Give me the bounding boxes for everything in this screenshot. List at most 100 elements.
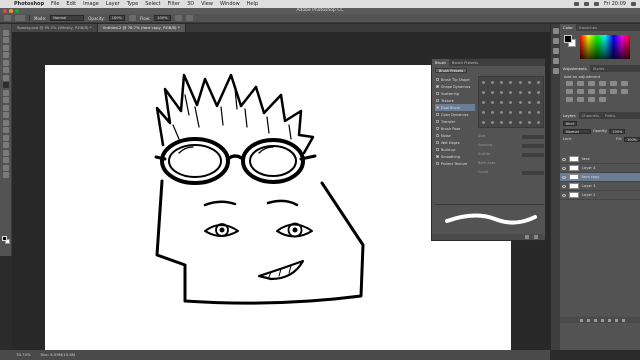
- layer-row[interactable]: face: [560, 155, 640, 164]
- menu-layer[interactable]: Layer: [106, 1, 120, 7]
- brush-tip-thumbnail[interactable]: [491, 90, 495, 94]
- tab-swatches[interactable]: Swatches: [576, 24, 600, 31]
- slider-spacing[interactable]: Spacing: [478, 141, 544, 150]
- curves-icon[interactable]: [588, 81, 595, 86]
- brush-option[interactable]: Dual Brush: [435, 104, 475, 111]
- brush-option-checkbox[interactable]: [436, 127, 439, 130]
- brush-tip-thumbnail[interactable]: [500, 80, 504, 84]
- eyedropper-tool-icon[interactable]: [2, 67, 9, 73]
- brush-tip-thumbnail[interactable]: [527, 100, 531, 104]
- brush-tip-thumbnail[interactable]: [482, 110, 486, 114]
- hue-icon[interactable]: [621, 81, 628, 86]
- mode-select[interactable]: Normal: [50, 15, 85, 21]
- menu-window[interactable]: Window: [220, 1, 240, 7]
- slider-count-field[interactable]: [522, 171, 544, 175]
- visibility-eye-icon[interactable]: [562, 166, 566, 170]
- tab-brush[interactable]: Brush: [432, 59, 449, 66]
- blur-tool-icon[interactable]: [2, 119, 9, 126]
- brush-option-checkbox[interactable]: [436, 78, 439, 81]
- shape-tool-icon[interactable]: [2, 157, 9, 163]
- menubar-clock[interactable]: Fri 20:09: [604, 1, 626, 7]
- clone-stamp-tool-icon[interactable]: [2, 89, 9, 96]
- brush-option-checkbox[interactable]: [436, 85, 439, 88]
- vibrance-icon[interactable]: [610, 81, 617, 86]
- brush-tip-thumbnail[interactable]: [500, 90, 504, 94]
- threshold-icon[interactable]: [577, 97, 584, 102]
- brush-tip-thumbnail[interactable]: [518, 90, 522, 94]
- pressure-opacity-icon[interactable]: [128, 15, 136, 21]
- color-lookup-icon[interactable]: [610, 89, 617, 94]
- brush-option[interactable]: Protect Texture: [435, 160, 475, 167]
- history-panel-icon[interactable]: [552, 28, 559, 34]
- brush-option-checkbox[interactable]: [436, 113, 439, 116]
- tab-paths[interactable]: Paths: [602, 112, 618, 119]
- brush-tip-thumbnail[interactable]: [500, 100, 504, 104]
- brush-tool-preset-icon[interactable]: [4, 15, 11, 21]
- brush-option-checkbox[interactable]: [436, 120, 439, 123]
- spotlight-icon[interactable]: [631, 2, 636, 6]
- menu-select[interactable]: Select: [145, 1, 160, 7]
- properties-panel-icon[interactable]: [552, 38, 559, 44]
- menu-type[interactable]: Type: [127, 1, 138, 7]
- brush-tip-thumbnail[interactable]: [527, 120, 531, 124]
- layer-row[interactable]: Layer 4: [560, 164, 640, 173]
- dodge-tool-icon[interactable]: [2, 127, 9, 133]
- slider-count[interactable]: Count: [478, 168, 544, 177]
- brush-option[interactable]: Shape Dynamics: [435, 83, 475, 90]
- brush-option[interactable]: Noise: [435, 132, 475, 139]
- link-layers-icon[interactable]: [580, 318, 583, 322]
- hand-tool-icon[interactable]: [2, 164, 9, 171]
- tab-brush-presets[interactable]: Brush Presets: [449, 59, 481, 66]
- brush-option-checkbox[interactable]: [436, 162, 439, 165]
- new-brush-icon[interactable]: [525, 235, 529, 239]
- brush-option[interactable]: Wet Edges: [435, 139, 475, 146]
- layer-row[interactable]: Layer 3: [560, 182, 640, 191]
- brush-tip-thumbnail[interactable]: [491, 80, 495, 84]
- invert-icon[interactable]: [621, 89, 628, 94]
- tab-spooky[interactable]: Spooky.psd @ 95.5% (Whisky, RGB/8) *: [12, 24, 98, 32]
- brush-tip-thumbnail[interactable]: [536, 100, 540, 104]
- menu-view[interactable]: View: [201, 1, 213, 7]
- brush-option[interactable]: Smoothing: [435, 153, 475, 160]
- brush-tip-thumbnail[interactable]: [536, 90, 540, 94]
- blend-mode-select[interactable]: Normal: [563, 128, 591, 134]
- layer-style-icon[interactable]: [587, 318, 590, 322]
- brush-option-checkbox[interactable]: [436, 92, 439, 95]
- healing-tool-icon[interactable]: [2, 74, 9, 81]
- layer-row[interactable]: face copy: [560, 173, 640, 182]
- layer-row[interactable]: Layer 2: [560, 191, 640, 200]
- brush-option-checkbox[interactable]: [436, 106, 439, 109]
- brush-option[interactable]: Transfer: [435, 118, 475, 125]
- brush-tip-thumbnail[interactable]: [509, 100, 513, 104]
- fill-field[interactable]: 100%: [623, 136, 640, 142]
- menu-help[interactable]: Help: [247, 1, 258, 7]
- tab-styles[interactable]: Styles: [590, 65, 608, 72]
- tab-channels[interactable]: Channels: [579, 112, 603, 119]
- delete-layer-icon[interactable]: [622, 318, 625, 322]
- brush-tip-thumbnail[interactable]: [527, 110, 531, 114]
- brush-option-checkbox[interactable]: [436, 134, 439, 137]
- visibility-eye-icon[interactable]: [562, 184, 566, 188]
- zoom-level[interactable]: 78.74%: [16, 350, 30, 360]
- marquee-tool-icon[interactable]: [2, 37, 9, 43]
- slider-size-field[interactable]: [522, 135, 544, 139]
- lasso-tool-icon[interactable]: [2, 44, 9, 51]
- zoom-tool-icon[interactable]: [2, 172, 9, 178]
- brush-tip-thumbnail[interactable]: [509, 80, 513, 84]
- brush-tip-thumbnail[interactable]: [491, 100, 495, 104]
- tab-color[interactable]: Color: [560, 24, 576, 31]
- menu-filter[interactable]: Filter: [168, 1, 180, 7]
- layer-kind-filter[interactable]: Kind: [563, 120, 577, 126]
- brush-tool-icon[interactable]: [2, 82, 9, 88]
- color-spectrum[interactable]: [580, 35, 630, 59]
- brush-tip-thumbnail[interactable]: [482, 80, 486, 84]
- brush-size-picker[interactable]: [15, 15, 25, 21]
- clone-source-icon[interactable]: [552, 58, 559, 64]
- tab-layers[interactable]: Layers: [560, 112, 579, 119]
- brush-option[interactable]: Scattering: [435, 90, 475, 97]
- slider-spacing-field[interactable]: [522, 144, 544, 148]
- brush-tip-thumbnail[interactable]: [518, 100, 522, 104]
- brush-tip-thumbnail[interactable]: [527, 80, 531, 84]
- levels-icon[interactable]: [577, 81, 584, 86]
- volume-icon[interactable]: [584, 2, 590, 6]
